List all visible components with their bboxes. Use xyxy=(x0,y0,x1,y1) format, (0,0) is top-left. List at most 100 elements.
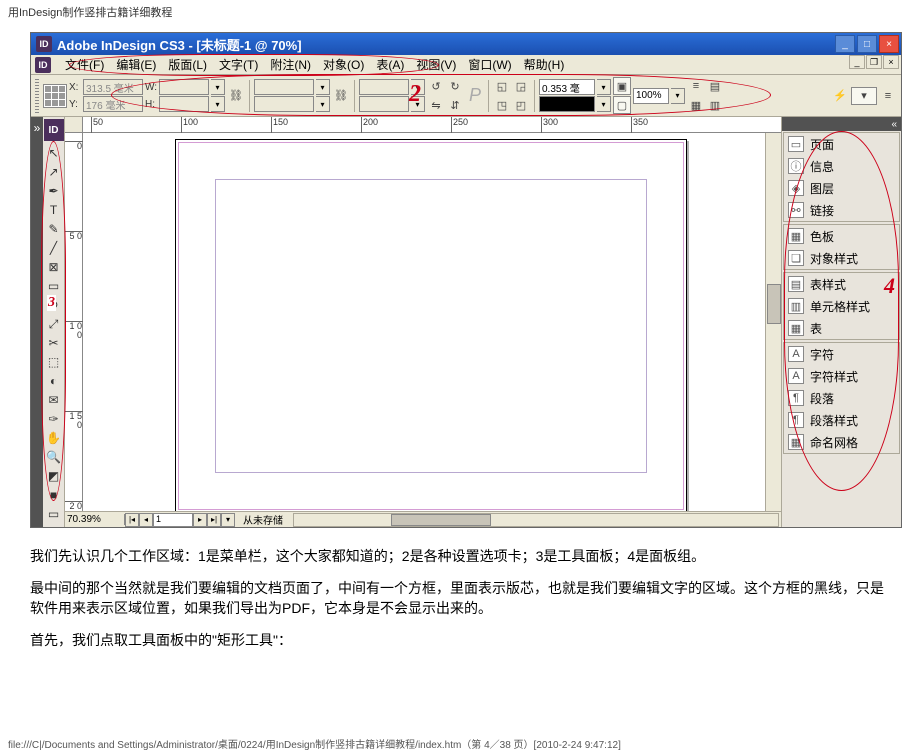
scrollbar-thumb[interactable] xyxy=(767,284,781,324)
pathfinder-1-icon[interactable]: ◱ xyxy=(493,77,511,95)
vertical-ruler[interactable]: 05 01 0 01 5 02 0 0 xyxy=(65,133,83,511)
panel-dock-header[interactable]: « xyxy=(782,117,901,131)
pen-tool[interactable]: ✒ xyxy=(44,182,64,200)
menu-layout[interactable]: 版面(L) xyxy=(162,54,213,75)
free-transform-tool[interactable]: ⬚ xyxy=(44,353,64,371)
last-page-button[interactable]: ▸| xyxy=(207,513,221,527)
toolbar-grip[interactable] xyxy=(35,79,39,113)
hand-tool[interactable]: ✋ xyxy=(44,429,64,447)
menu-table[interactable]: 表(A) xyxy=(370,54,410,75)
view-mode-tool[interactable]: ▭ xyxy=(44,505,64,523)
next-page-button[interactable]: ▸ xyxy=(193,513,207,527)
panel-item-单元格样式[interactable]: ▥单元格样式 xyxy=(784,295,899,317)
panel-item-图层[interactable]: ◈图层 xyxy=(784,177,899,199)
wrap-3-icon[interactable]: ▦ xyxy=(687,96,705,114)
panel-item-段落[interactable]: ¶段落 xyxy=(784,387,899,409)
stroke-weight-field[interactable]: 0.353 毫 xyxy=(539,79,595,95)
pathfinder-3-icon[interactable]: ◳ xyxy=(493,96,511,114)
page-menu-button[interactable]: ▾ xyxy=(221,513,235,527)
panel-item-命名网格[interactable]: ▦命名网格 xyxy=(784,431,899,453)
panel-menu-icon[interactable]: ▾ xyxy=(851,87,877,105)
panel-item-对象样式[interactable]: ❏对象样式 xyxy=(784,247,899,269)
panel-item-表[interactable]: ▦表 xyxy=(784,317,899,339)
stroke-weight-dropdown[interactable]: ▾ xyxy=(597,79,611,95)
gradient-tool[interactable]: ◐ xyxy=(44,372,64,390)
horizontal-scrollbar[interactable] xyxy=(293,513,779,527)
panel-item-页面[interactable]: ▭页面 xyxy=(784,133,899,155)
direct-selection-tool[interactable]: ↗ xyxy=(44,163,64,181)
fill-stroke-tool[interactable]: ◩ xyxy=(44,467,64,485)
pathfinder-4-icon[interactable]: ◰ xyxy=(512,96,530,114)
scissors-tool[interactable]: ✂ xyxy=(44,334,64,352)
flip-h-icon[interactable]: ⇋ xyxy=(427,96,445,114)
rectangle-frame-tool[interactable]: ⊠ xyxy=(44,258,64,276)
first-page-button[interactable]: |◂ xyxy=(125,513,139,527)
scale-y-field[interactable] xyxy=(254,96,314,112)
document-page[interactable] xyxy=(175,139,687,513)
shear-field[interactable] xyxy=(359,96,409,112)
menu-type[interactable]: 文字(T) xyxy=(213,54,264,75)
maximize-button[interactable]: □ xyxy=(857,35,877,53)
zoom-dropdown[interactable]: ▾ xyxy=(671,88,685,104)
selection-tool[interactable]: ↖ xyxy=(44,144,64,162)
pencil-tool[interactable]: ✎ xyxy=(44,220,64,238)
line-tool[interactable]: ╱ xyxy=(44,239,64,257)
x-field[interactable]: 313.5 毫米 xyxy=(83,79,143,95)
menu-object[interactable]: 对象(O) xyxy=(317,54,370,75)
panel-item-字符样式[interactable]: A字符样式 xyxy=(784,365,899,387)
canvas-viewport[interactable] xyxy=(83,133,765,511)
menu-edit[interactable]: 编辑(E) xyxy=(110,54,162,75)
scale-y-dropdown[interactable]: ▾ xyxy=(316,96,330,112)
scale-tool[interactable]: ⤢ xyxy=(44,315,64,333)
rectangle-tool[interactable]: ▭ xyxy=(44,277,64,295)
rotate-cw-icon[interactable]: ↻ xyxy=(446,77,464,95)
w-field[interactable] xyxy=(159,79,209,95)
rotate-ccw-icon[interactable]: ↺ xyxy=(427,77,445,95)
mdi-close[interactable]: × xyxy=(883,55,899,69)
quick-apply-icon[interactable]: ⚡ xyxy=(831,87,849,105)
panel-item-链接[interactable]: ⚯链接 xyxy=(784,199,899,221)
note-tool[interactable]: ✉ xyxy=(44,391,64,409)
h-field[interactable] xyxy=(159,96,209,112)
panel-item-色板[interactable]: ▦色板 xyxy=(784,225,899,247)
close-button[interactable]: × xyxy=(879,35,899,53)
menu-window[interactable]: 窗口(W) xyxy=(462,54,517,75)
menu-file[interactable]: 文件(F) xyxy=(59,54,110,75)
menu-view[interactable]: 视图(V) xyxy=(410,54,462,75)
scrollbar-thumb-h[interactable] xyxy=(391,514,491,526)
fit-2-icon[interactable]: ▢ xyxy=(613,96,631,114)
stroke-style-dropdown[interactable]: ▾ xyxy=(597,96,611,112)
scale-x-field[interactable] xyxy=(254,79,314,95)
wrap-2-icon[interactable]: ▤ xyxy=(706,77,724,95)
menu-help[interactable]: 帮助(H) xyxy=(518,54,571,75)
panel-item-信息[interactable]: ⓘ信息 xyxy=(784,155,899,177)
rotate-field[interactable] xyxy=(359,79,409,95)
flip-v-icon[interactable]: ⇵ xyxy=(446,96,464,114)
menu-notes[interactable]: 附注(N) xyxy=(264,54,317,75)
constrain-icon[interactable]: ⛓ xyxy=(227,87,245,105)
y-field[interactable]: 176 毫米 xyxy=(83,96,143,112)
panel-item-表样式[interactable]: ▤表样式 xyxy=(784,273,899,295)
pathfinder-2-icon[interactable]: ◲ xyxy=(512,77,530,95)
panel-item-字符[interactable]: A字符 xyxy=(784,343,899,365)
zoom-field[interactable]: 100% xyxy=(633,88,669,104)
panel-options-icon[interactable]: ≡ xyxy=(879,87,897,105)
stroke-style-field[interactable] xyxy=(539,96,595,112)
dock-strip-left[interactable]: » xyxy=(31,117,43,527)
mdi-minimize[interactable]: _ xyxy=(849,55,865,69)
horizontal-ruler[interactable]: 50100150200250300350 xyxy=(83,117,781,133)
w-dropdown[interactable]: ▾ xyxy=(211,79,225,95)
link-icon[interactable]: ⛓ xyxy=(332,87,350,105)
color-tool[interactable]: ■ xyxy=(44,486,64,504)
panel-item-段落样式[interactable]: ¶段落样式 xyxy=(784,409,899,431)
ruler-origin[interactable] xyxy=(65,117,83,133)
page-number-field[interactable]: 1 xyxy=(153,513,193,527)
fit-1-icon[interactable]: ▣ xyxy=(613,77,631,95)
minimize-button[interactable]: _ xyxy=(835,35,855,53)
zoom-tool[interactable]: 🔍 xyxy=(44,448,64,466)
vertical-scrollbar[interactable] xyxy=(765,133,781,511)
h-dropdown[interactable]: ▾ xyxy=(211,96,225,112)
type-tool[interactable]: T xyxy=(44,201,64,219)
eyedropper-tool[interactable]: ✑ xyxy=(44,410,64,428)
prev-page-button[interactable]: ◂ xyxy=(139,513,153,527)
